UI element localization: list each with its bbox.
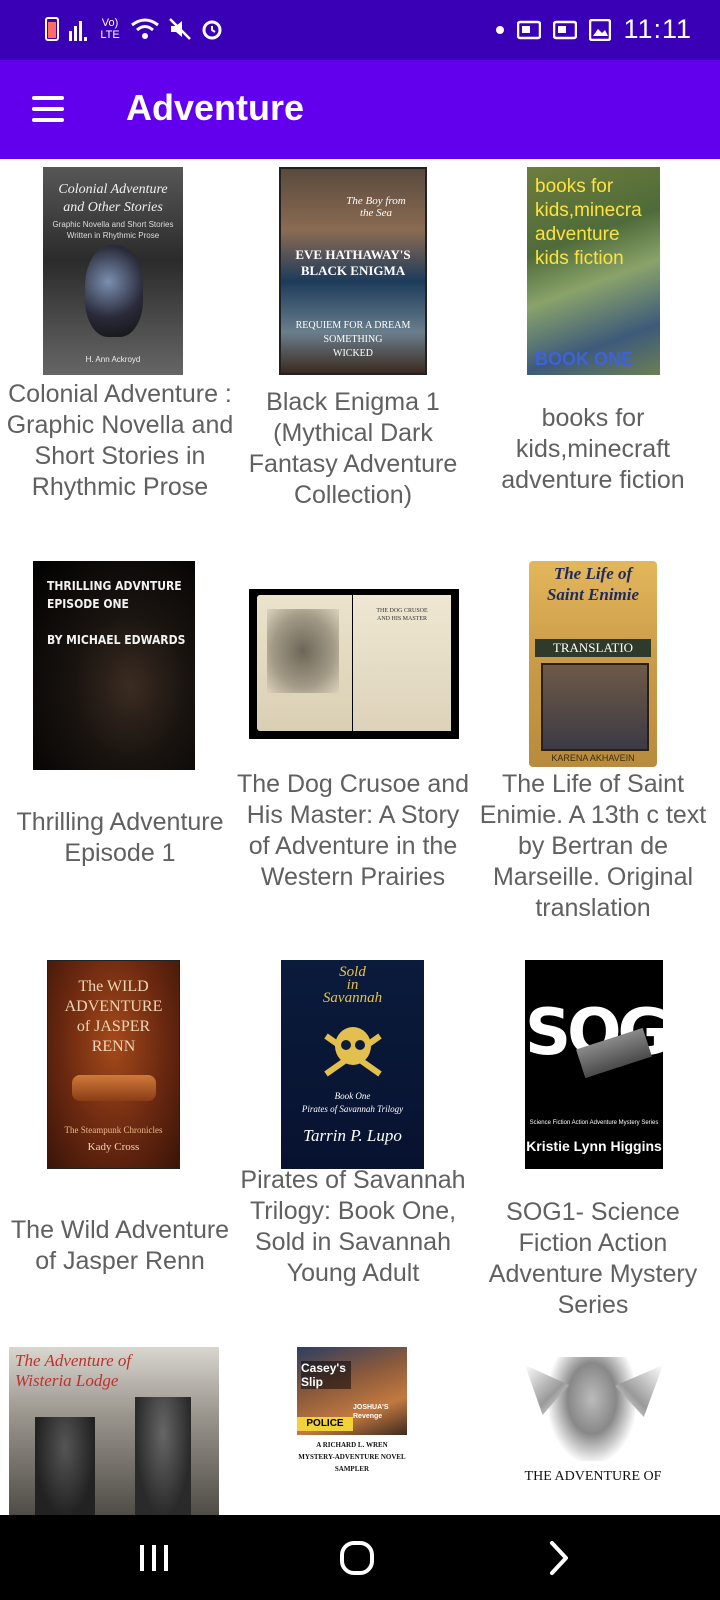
status-icons-right: 11:11 (495, 14, 692, 45)
skull-icon (324, 1027, 382, 1077)
status-time: 11:11 (623, 14, 692, 44)
book-title: Pirates of Savannah Trilogy: Book One, S… (240, 1166, 466, 1287)
book-cover: SOG1 Science Fiction Action Adventure My… (525, 960, 663, 1169)
battery-icon (45, 17, 59, 41)
book-cover: THE ADVENTURE OF (515, 1347, 671, 1515)
book-cover: Casey's Slip JOSHUA'S Revenge POLICE A R… (297, 1347, 407, 1515)
wifi-icon (131, 18, 159, 39)
book-cover: books for kids,minecra adventure kids fi… (527, 167, 660, 375)
book-title: SOG1- Science Fiction Action Adventure M… (488, 1198, 698, 1319)
book-item[interactable]: SOG1 Science Fiction Action Adventure My… (473, 947, 713, 1341)
book-title: Black Enigma 1 (Mythical Dark Fantasy Ad… (248, 388, 458, 509)
book-cover: Colonial Adventure and Other Stories Gra… (43, 167, 183, 375)
book-item[interactable]: The WILD ADVENTURE of JASPER RENN The St… (0, 947, 240, 1341)
book-item[interactable]: books for kids,minecra adventure kids fi… (473, 159, 713, 553)
alarm-icon (202, 20, 222, 40)
volte-icon: Vo) LTE (100, 17, 120, 41)
book-item[interactable]: THE DOG CRUSOE AND HIS MASTER The Dog Cr… (233, 553, 473, 947)
book-item[interactable]: Colonial Adventure and Other Stories Gra… (0, 159, 240, 553)
image-icon (589, 18, 612, 41)
book-title: books for kids,minecraft adventure ficti… (501, 404, 685, 494)
book-title: Thrilling Adventure Episode 1 (16, 808, 224, 867)
book-cover: The WILD ADVENTURE of JASPER RENN The St… (47, 960, 180, 1169)
dot-icon (496, 25, 505, 34)
book-item[interactable]: Sold in Savannah Book One Pirates of Sav… (233, 947, 473, 1341)
book-grid: Colonial Adventure and Other Stories Gra… (0, 159, 720, 1515)
status-bar: Vo) LTE 11:11 (0, 0, 720, 60)
signal-icon (69, 21, 87, 41)
status-icons-left: Vo) LTE (44, 16, 224, 42)
book-cover: THE DOG CRUSOE AND HIS MASTER (249, 589, 459, 739)
book-item[interactable]: Casey's Slip JOSHUA'S Revenge POLICE A R… (233, 1341, 473, 1515)
book-title: The Wild Adventure of Jasper Renn (10, 1216, 230, 1275)
notification-icon (517, 20, 542, 39)
app-bar: Adventure (0, 60, 720, 159)
mute-icon (169, 18, 191, 40)
book-cover: The Boy from the Sea EVE HATHAWAY'S BLAC… (279, 167, 427, 375)
book-item[interactable]: THRILLING ADVNTURE EPISODE ONE BY MICHAE… (0, 553, 240, 947)
system-nav-bar (0, 1515, 720, 1600)
book-item[interactable]: The Life of Saint Enimie TRANSLATIO KARE… (473, 553, 713, 947)
notification-icon (553, 20, 578, 39)
book-title: The Life of Saint Enimie. A 13th c text … (479, 770, 707, 922)
book-title: The Dog Crusoe and His Master: A Story o… (236, 770, 470, 891)
recent-apps-icon[interactable] (124, 1535, 184, 1579)
book-item[interactable]: The Adventure of Wisteria Lodge (0, 1341, 240, 1515)
book-item[interactable]: THE ADVENTURE OF (473, 1341, 713, 1515)
home-icon[interactable] (327, 1535, 387, 1579)
hamburger-menu-icon[interactable] (24, 88, 72, 132)
back-icon[interactable] (530, 1535, 590, 1579)
book-title: Colonial Adventure : Graphic Novella and… (6, 380, 234, 501)
book-cover: THRILLING ADVNTURE EPISODE ONE BY MICHAE… (33, 561, 195, 770)
book-cover: The Adventure of Wisteria Lodge (9, 1347, 219, 1515)
book-cover: The Life of Saint Enimie TRANSLATIO KARE… (529, 561, 657, 767)
book-item[interactable]: The Boy from the Sea EVE HATHAWAY'S BLAC… (233, 159, 473, 553)
page-title: Adventure (126, 87, 305, 128)
book-cover: Sold in Savannah Book One Pirates of Sav… (281, 960, 424, 1169)
